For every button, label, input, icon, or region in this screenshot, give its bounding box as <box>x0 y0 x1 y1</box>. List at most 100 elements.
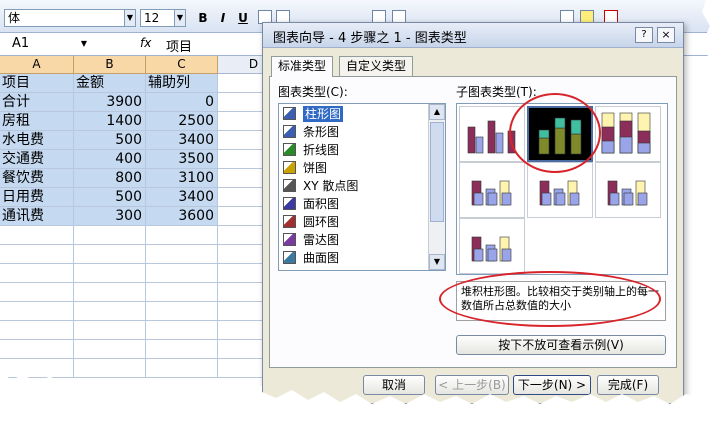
stacked-column-thumb[interactable] <box>527 106 593 162</box>
pie-chart-icon <box>283 161 296 174</box>
next-button[interactable]: 下一步(N) > <box>513 375 591 395</box>
dialog-title: 图表向导 - 4 步骤之 1 - 图表类型 <box>273 31 467 46</box>
table-cell[interactable] <box>74 264 146 283</box>
table-cell[interactable]: 3900 <box>74 93 146 112</box>
table-cell[interactable]: 0 <box>146 93 218 112</box>
insert-function-icon[interactable]: fx <box>140 36 151 50</box>
table-cell[interactable]: 金额 <box>74 74 146 93</box>
font-name-dropdown-icon[interactable]: ▼ <box>124 9 136 27</box>
list-item[interactable]: XY 散点图 <box>281 178 421 194</box>
list-item[interactable]: 条形图 <box>281 124 421 140</box>
column-header-a[interactable]: A <box>0 56 74 74</box>
table-cell[interactable] <box>74 340 146 359</box>
table-cell[interactable] <box>74 283 146 302</box>
table-cell[interactable]: 通讯费 <box>0 207 74 226</box>
table-cell[interactable] <box>146 245 218 264</box>
scroll-thumb[interactable] <box>430 122 444 222</box>
table-cell[interactable] <box>146 359 218 378</box>
table-cell[interactable]: 3100 <box>146 169 218 188</box>
dialog-title-bar[interactable]: 图表向导 - 4 步骤之 1 - 图表类型 ? × <box>263 23 683 48</box>
table-cell[interactable]: 1400 <box>74 112 146 131</box>
list-item[interactable]: 雷达图 <box>281 232 421 248</box>
cancel-button[interactable]: 取消 <box>363 375 425 395</box>
tab-standard-types[interactable]: 标准类型 <box>271 56 334 77</box>
formula-content[interactable]: 项目 <box>166 36 192 55</box>
list-item[interactable]: 圆环图 <box>281 214 421 230</box>
list-scrollbar[interactable]: ▲ ▼ <box>428 104 445 270</box>
column-chart-icon <box>283 107 296 120</box>
table-cell[interactable] <box>146 226 218 245</box>
bold-button[interactable]: B <box>194 10 212 26</box>
chart-type-list[interactable]: ▲ ▼ 柱形图条形图折线图饼图 XY 散点图 面积图圆环图雷达图曲面图 <box>278 103 446 271</box>
table-cell[interactable]: 400 <box>74 150 146 169</box>
table-cell[interactable] <box>146 264 218 283</box>
italic-button[interactable]: I <box>214 10 232 26</box>
chart-type-label-text: 条形图 <box>303 125 340 139</box>
table-cell[interactable] <box>0 302 74 321</box>
table-cell[interactable]: 3600 <box>146 207 218 226</box>
table-cell[interactable] <box>0 283 74 302</box>
table-row: 水电费 500 3400 <box>0 131 290 150</box>
3d-column-thumb[interactable] <box>459 218 525 274</box>
scroll-up-icon[interactable]: ▲ <box>429 104 445 120</box>
table-cell[interactable]: 日用费 <box>0 188 74 207</box>
scroll-down-icon[interactable]: ▼ <box>429 254 445 270</box>
table-cell[interactable] <box>74 321 146 340</box>
table-cell[interactable]: 房租 <box>0 112 74 131</box>
table-cell[interactable] <box>146 340 218 359</box>
table-cell[interactable]: 800 <box>74 169 146 188</box>
table-cell[interactable]: 项目 <box>0 74 74 93</box>
underline-button[interactable]: U <box>234 10 252 26</box>
table-cell[interactable]: 3400 <box>146 131 218 150</box>
table-cell[interactable] <box>74 226 146 245</box>
table-cell[interactable] <box>0 321 74 340</box>
chart-subtype-grid[interactable] <box>456 103 668 275</box>
table-cell[interactable] <box>0 340 74 359</box>
list-item[interactable]: 柱形图 <box>281 106 421 122</box>
table-cell[interactable]: 合计 <box>0 93 74 112</box>
table-cell[interactable]: 餐饮费 <box>0 169 74 188</box>
table-cell[interactable]: 300 <box>74 207 146 226</box>
tab-panel: 图表类型(C): 子图表类型(T): ▲ ▼ 柱形图 条形图 折线图 饼图 XY 散点图… <box>269 76 677 368</box>
table-cell[interactable]: 2500 <box>146 112 218 131</box>
list-item[interactable]: 面积图 <box>281 196 421 212</box>
table-cell[interactable]: 500 <box>74 131 146 150</box>
column-header-b[interactable]: B <box>74 56 146 74</box>
table-cell[interactable]: 辅助列 <box>146 74 218 93</box>
table-cell[interactable]: 3400 <box>146 188 218 207</box>
table-cell[interactable] <box>0 226 74 245</box>
table-cell[interactable] <box>74 302 146 321</box>
clustered-3d-column-thumb[interactable] <box>459 162 525 218</box>
table-cell[interactable] <box>0 245 74 264</box>
percent-stacked-column-thumb[interactable] <box>595 106 661 162</box>
finish-button[interactable]: 完成(F) <box>597 375 659 395</box>
column-header-c[interactable]: C <box>146 56 218 74</box>
preview-sample-button[interactable]: 按下不放可查看示例(V) <box>456 335 666 355</box>
bar-chart-icon <box>283 125 296 138</box>
table-cell[interactable] <box>146 321 218 340</box>
table-cell[interactable] <box>74 245 146 264</box>
percent-stacked-3d-column-thumb[interactable] <box>595 162 661 218</box>
tab-custom-types[interactable]: 自定义类型 <box>339 56 414 76</box>
font-name-input[interactable]: 体 <box>4 9 134 27</box>
font-size-dropdown-icon[interactable]: ▼ <box>174 9 186 27</box>
name-box-dropdown-icon[interactable]: ▼ <box>78 36 90 54</box>
table-cell[interactable] <box>74 359 146 378</box>
stacked-3d-column-thumb[interactable] <box>527 162 593 218</box>
clustered-column-thumb[interactable] <box>459 106 525 162</box>
list-item[interactable]: 折线图 <box>281 142 421 158</box>
help-icon[interactable]: ? <box>635 27 653 43</box>
close-icon[interactable]: × <box>657 27 675 43</box>
list-item[interactable]: 曲面图 <box>281 250 421 266</box>
table-cell[interactable]: 水电费 <box>0 131 74 150</box>
table-cell[interactable]: 交通费 <box>0 150 74 169</box>
table-cell[interactable] <box>146 283 218 302</box>
list-item[interactable]: 饼图 <box>281 160 421 176</box>
table-cell[interactable] <box>146 302 218 321</box>
table-cell[interactable]: 500 <box>74 188 146 207</box>
back-button[interactable]: < 上一步(B) <box>435 375 509 395</box>
table-cell[interactable]: 3500 <box>146 150 218 169</box>
chart-type-label-text: 柱形图 <box>303 106 344 122</box>
table-cell[interactable] <box>0 359 74 378</box>
table-cell[interactable] <box>0 264 74 283</box>
